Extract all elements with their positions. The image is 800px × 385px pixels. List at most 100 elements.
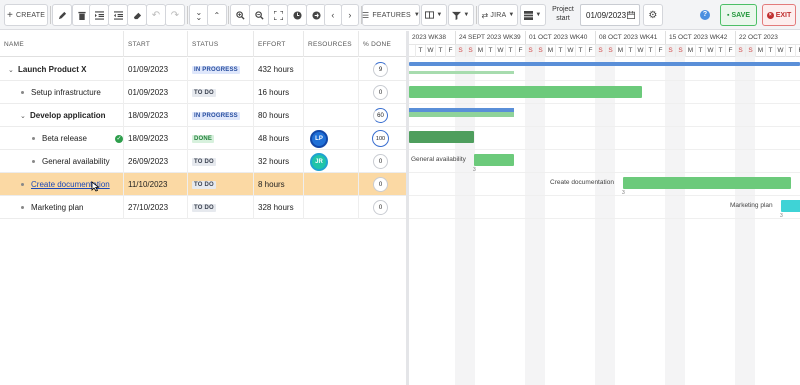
gear-button[interactable]: ⚙ (643, 4, 663, 26)
task-effort: 328 hours (254, 196, 304, 219)
help-icon[interactable]: ? (700, 10, 710, 20)
week-label: 15 OCT 2023 WK42 (665, 31, 735, 44)
week-label: 24 SEPT 2023 WK39 (455, 31, 525, 44)
bullet-icon (21, 91, 24, 94)
settings-dropdown[interactable]: ▼ (520, 4, 546, 26)
zoom-in-button[interactable] (230, 4, 250, 26)
project-start-label: Project start (552, 6, 574, 22)
previous-button[interactable]: ‹ (324, 4, 342, 26)
table-row[interactable]: ⌄ Develop application 18/09/2023 IN PROG… (0, 104, 406, 127)
status-badge: TO DO (192, 203, 216, 212)
day-label: F (585, 45, 595, 57)
chevron-down-icon[interactable]: ⌄ (8, 66, 18, 74)
task-effort: 32 hours (254, 150, 304, 173)
features-dropdown[interactable]: ☰ FEATURES ▼ (362, 4, 420, 26)
row-divider (409, 103, 800, 104)
task-name: Develop application (30, 111, 106, 120)
week-header: 2023 WK38 24 SEPT 2023 WK39 01 OCT 2023 … (409, 31, 800, 44)
list-icon: ☰ (362, 10, 370, 20)
day-label: F (445, 45, 455, 57)
table-row[interactable]: Beta release ✓ 18/09/2023 DONE 48 hours … (0, 127, 406, 150)
table-row[interactable]: Setup infrastructure 01/09/2023 TO DO 16… (0, 81, 406, 104)
table-row[interactable]: Create documentation 11/10/2023 TO DO 8 … (0, 173, 406, 196)
task-start: 18/09/2023 (124, 127, 188, 150)
task-resources (304, 196, 359, 219)
day-label: S (455, 45, 465, 57)
task-label: Create documentation (550, 179, 614, 186)
task-resources (304, 104, 359, 127)
column-header-effort[interactable]: EFFORT (254, 31, 304, 57)
table-row[interactable]: ⌄ Launch Product X 01/09/2023 IN PROGRES… (0, 58, 406, 81)
chevrons-up-icon: ⌃ (213, 10, 221, 20)
column-header-status[interactable]: STATUS (188, 31, 254, 57)
expand-all-button[interactable]: ⌄ ⌄ (189, 4, 209, 26)
create-button[interactable]: + CREATE (4, 4, 48, 26)
zoom-reset-button[interactable] (287, 4, 307, 26)
column-header-percent-done[interactable]: % DONE (359, 31, 406, 57)
day-label: T (435, 45, 445, 57)
save-button[interactable]: ▪ SAVE (720, 4, 757, 26)
summary-bar-launch-product[interactable] (409, 62, 800, 66)
task-bar-marketing-plan[interactable] (781, 200, 800, 212)
chevron-down-icon[interactable]: ⌄ (20, 112, 30, 120)
zoom-to-fit-button[interactable] (268, 4, 288, 26)
task-bar-beta-release[interactable] (409, 131, 474, 143)
task-bar-setup-infrastructure[interactable] (409, 86, 642, 98)
toolbar: + CREATE ↶ ↷ ⌄ ⌄ ⌃ ‹ › ☰ FEATURES ▼ ▼ ▼ … (0, 0, 800, 30)
outdent-button[interactable] (108, 4, 128, 26)
features-label: FEATURES (372, 11, 411, 19)
next-button[interactable]: › (341, 4, 359, 26)
task-resources (304, 173, 359, 196)
table-row[interactable]: General availability 26/09/2023 TO DO 32… (0, 150, 406, 173)
dependency-marker: 3 (473, 167, 476, 173)
save-icon: ▪ (726, 11, 730, 19)
redo-button[interactable]: ↷ (165, 4, 185, 26)
indent-button[interactable] (89, 4, 109, 26)
exit-button[interactable]: × EXIT (762, 4, 796, 26)
pencil-icon (58, 11, 66, 19)
gantt-chart: 2023 WK38 24 SEPT 2023 WK39 01 OCT 2023 … (409, 31, 800, 385)
week-label: 22 OCT 2023 (735, 31, 800, 44)
column-header-name[interactable]: NAME (0, 31, 124, 57)
zoom-out-button[interactable] (249, 4, 269, 26)
week-label: 01 OCT 2023 WK40 (525, 31, 595, 44)
column-header-resources[interactable]: RESOURCES (304, 31, 359, 57)
day-label: T (415, 45, 425, 57)
row-divider (409, 149, 800, 150)
task-bar-create-documentation[interactable] (623, 177, 791, 189)
status-badge: TO DO (192, 88, 216, 97)
task-start: 27/10/2023 (124, 196, 188, 219)
task-effort: 16 hours (254, 81, 304, 104)
column-header-start[interactable]: START (124, 31, 188, 57)
avatar[interactable]: LP (310, 129, 328, 148)
task-label: Marketing plan (730, 202, 773, 209)
jira-dropdown[interactable]: ⇄ JIRA ▼ (478, 4, 518, 26)
task-label: General availability (411, 156, 466, 163)
zoom-in-icon (235, 10, 245, 20)
percent-done: 0 (373, 154, 388, 169)
caret-down-icon: ▼ (436, 12, 443, 18)
table-row[interactable]: Marketing plan 27/10/2023 TO DO 328 hour… (0, 196, 406, 219)
weekend-band (735, 57, 755, 385)
day-label: F (655, 45, 665, 57)
undo-button[interactable]: ↶ (146, 4, 166, 26)
week-label: 2023 WK38 (412, 34, 446, 41)
scroll-to-task-button[interactable] (306, 4, 326, 26)
day-label: S (675, 45, 685, 57)
filter-dropdown[interactable]: ▼ (448, 4, 474, 26)
eraser-button[interactable] (127, 4, 147, 26)
plus-icon: + (6, 9, 13, 21)
exit-label: EXIT (775, 11, 792, 19)
edit-button[interactable] (52, 4, 72, 26)
project-start-field[interactable]: 01/09/2023 (580, 4, 640, 26)
day-label: W (705, 45, 715, 57)
collapse-all-button[interactable]: ⌃ (207, 4, 227, 26)
day-label: T (555, 45, 565, 57)
day-label: M (545, 45, 555, 57)
columns-dropdown[interactable]: ▼ (421, 4, 447, 26)
day-label: M (615, 45, 625, 57)
status-badge: IN PROGRESS (192, 65, 240, 74)
avatar[interactable]: JR (310, 152, 328, 171)
task-bar-general-availability[interactable] (474, 154, 514, 166)
task-start: 11/10/2023 (124, 173, 188, 196)
